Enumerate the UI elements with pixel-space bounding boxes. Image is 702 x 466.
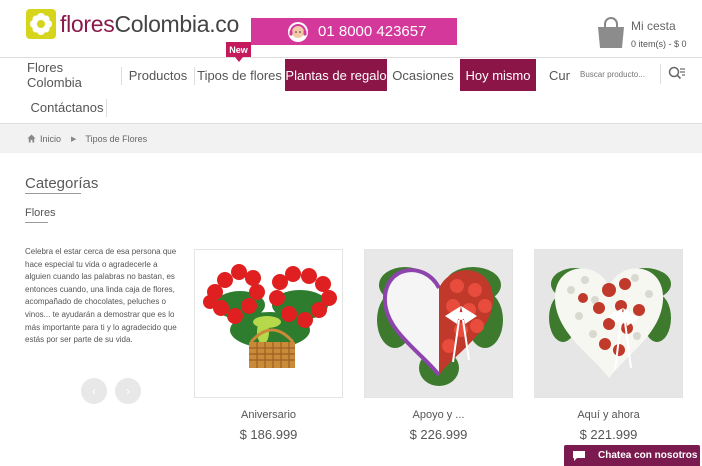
cart-title[interactable]: Mi cesta bbox=[631, 19, 676, 33]
breadcrumb-home[interactable]: Inicio bbox=[40, 134, 61, 144]
carousel-next-button[interactable]: › bbox=[115, 378, 141, 404]
headset-icon bbox=[288, 21, 308, 42]
breadcrumb: Inicio ▶ Tipos de Flores bbox=[0, 124, 702, 153]
phone-number: 01 8000 423657 bbox=[318, 23, 427, 40]
live-chat-button[interactable]: Chatea con nosotros bbox=[564, 445, 700, 466]
nav-item-hoy-mismo[interactable]: Hoy mismo bbox=[460, 59, 536, 91]
search-bar bbox=[572, 60, 690, 88]
categories-heading: Categorías bbox=[25, 175, 99, 192]
product-name[interactable]: Apoyo y ... bbox=[364, 409, 513, 421]
breadcrumb-current: Tipos de Flores bbox=[85, 133, 148, 144]
product-name[interactable]: Aquí y ahora bbox=[534, 409, 683, 421]
product-card[interactable]: Apoyo y ... $ 226.999 bbox=[364, 249, 513, 442]
logo-part-colombia: Colombia bbox=[114, 11, 210, 37]
product-card[interactable]: Aquí y ahora $ 221.999 bbox=[534, 249, 683, 442]
chat-label: Chatea con nosotros bbox=[598, 450, 698, 461]
logo-part-tld: .co bbox=[209, 11, 240, 37]
breadcrumb-separator-icon: ▶ bbox=[71, 135, 77, 143]
new-badge: New bbox=[226, 42, 251, 62]
nav-divider bbox=[106, 99, 107, 117]
phone-banner[interactable]: 01 8000 423657 bbox=[251, 18, 457, 45]
search-input[interactable] bbox=[572, 69, 656, 79]
product-price: $ 221.999 bbox=[579, 427, 638, 442]
category-flores[interactable]: Flores bbox=[25, 207, 56, 219]
product-image-aqui-y-ahora[interactable] bbox=[534, 249, 683, 398]
logo-text: floresColombia.co bbox=[60, 9, 239, 39]
nav-item-plantas-de-regalo[interactable]: Plantas de regalo bbox=[285, 59, 387, 91]
site-logo[interactable]: floresColombia.co bbox=[26, 9, 239, 39]
category-description: Celebra el estar cerca de esa persona qu… bbox=[25, 247, 177, 345]
product-price: $ 186.999 bbox=[239, 427, 298, 442]
carousel-prev-button[interactable]: ‹ bbox=[81, 378, 107, 404]
product-card[interactable]: Aniversario $ 186.999 bbox=[194, 249, 343, 442]
logo-part-flores: flores bbox=[60, 11, 115, 37]
search-icon[interactable] bbox=[668, 66, 686, 82]
chat-bubble-icon bbox=[573, 450, 585, 461]
nav-item-cumpleanos[interactable]: Cum bbox=[540, 59, 570, 91]
nav-item-productos[interactable]: Productos bbox=[122, 59, 194, 91]
subheading-underline bbox=[25, 222, 48, 223]
cart-summary[interactable]: 0 item(s) - $ 0 bbox=[631, 39, 687, 49]
site-header: floresColombia.co 01 8000 423657 Mi cest… bbox=[0, 0, 702, 58]
product-image-apoyo[interactable] bbox=[364, 249, 513, 398]
nav-item-ocasiones[interactable]: Ocasiones bbox=[388, 59, 458, 91]
home-icon bbox=[27, 134, 36, 143]
search-divider bbox=[660, 64, 661, 84]
heading-underline bbox=[25, 193, 81, 194]
product-price: $ 226.999 bbox=[409, 427, 468, 442]
nav-item-contactanos[interactable]: Contáctanos bbox=[27, 92, 107, 122]
product-image-aniversario[interactable] bbox=[194, 249, 343, 398]
nav-item-flores-colombia[interactable]: Flores Colombia bbox=[27, 59, 121, 91]
shopping-bag-icon[interactable] bbox=[596, 17, 626, 49]
chevron-left-icon: ‹ bbox=[92, 384, 96, 398]
chevron-right-icon: › bbox=[126, 384, 130, 398]
product-name[interactable]: Aniversario bbox=[194, 409, 343, 421]
flower-logo-icon bbox=[26, 9, 56, 39]
nav-item-tipos-de-flores[interactable]: Tipos de flores bbox=[195, 59, 284, 91]
